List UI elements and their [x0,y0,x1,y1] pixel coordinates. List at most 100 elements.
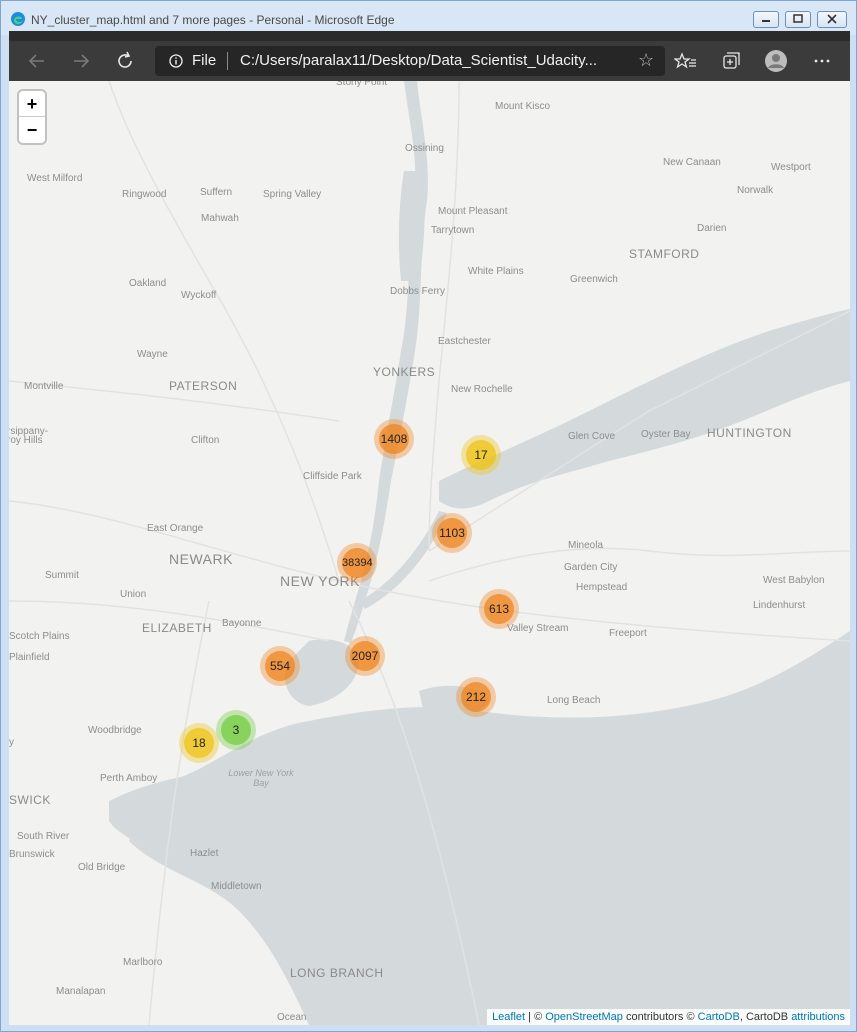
place-label-plainfield: Plainfield [9,652,50,663]
cluster-count: 17 [466,440,496,470]
browser-window: NY_cluster_map.html and 7 more pages - P… [0,0,857,1032]
place-label-newark: NEWARK [169,551,233,567]
cluster-count: 613 [484,594,514,624]
place-label-troy-hills: roy Hills [9,435,43,446]
cartodb-link[interactable]: CartoDB [698,1011,740,1023]
cluster-marker[interactable]: 38394 [337,543,377,583]
minimize-icon [762,20,770,22]
place-label-woodbridge: Woodbridge [88,725,142,736]
place-label-glen-cove: Glen Cove [568,431,616,442]
file-scheme-label: File [192,52,217,69]
place-label-brunswick: Brunswick [9,849,55,860]
collections-icon [723,52,740,69]
zoom-control: + − [19,91,45,143]
cluster-count: 212 [461,682,491,712]
cluster-marker[interactable]: 3 [216,710,256,750]
close-button[interactable] [817,11,847,28]
place-label-tarrytown: Tarrytown [431,225,475,236]
place-label-cliffside-park: Cliffside Park [303,471,362,482]
cluster-count: 2097 [350,641,380,671]
zoom-out-button[interactable]: − [19,117,45,143]
maximize-button[interactable] [785,11,811,28]
place-label-west-milford: West Milford [27,173,83,184]
back-button[interactable] [25,49,49,73]
leaflet-link[interactable]: Leaflet [492,1011,525,1023]
cluster-count: 1408 [379,424,409,454]
settings-more-button[interactable] [810,49,834,73]
place-label-lower-ny-bay: Lower New York Bay [228,768,294,788]
refresh-icon [118,51,132,68]
place-label-middletown: Middletown [211,881,262,892]
cluster-marker[interactable]: 18 [179,723,219,763]
favorites-button[interactable] [673,49,698,73]
forward-button[interactable] [69,49,93,73]
place-label-marlboro: Marlboro [123,957,163,968]
zoom-in-button[interactable]: + [19,91,45,117]
osm-link[interactable]: OpenStreetMap [545,1011,623,1023]
attributions-link[interactable]: attributions [791,1011,845,1023]
leaflet-map[interactable]: Stony Point Mount Kisco Ossining New Canaan… [9,81,850,1025]
place-label-ringwood: Ringwood [122,189,167,200]
place-label-hempstead: Hempstead [576,582,628,593]
place-label-westport: Westport [771,162,811,173]
attribution-contributors: contributors © [622,1011,698,1023]
place-label-garden-city: Garden City [564,562,618,573]
address-bar[interactable]: File C:/Users/paralax11/Desktop/Data_Sci… [155,46,665,76]
place-label-summit: Summit [45,570,79,581]
title-bar: NY_cluster_map.html and 7 more pages - P… [1,1,856,35]
place-label-oakland: Oakland [129,278,167,289]
place-label-ossining: Ossining [405,143,444,154]
place-label-new-rochelle: New Rochelle [451,384,513,395]
cluster-marker[interactable]: 1103 [432,513,472,553]
attribution-sep: | © [525,1011,546,1023]
place-label-south-river: South River [17,831,70,842]
back-arrow-icon [28,54,44,68]
cluster-marker[interactable]: 2097 [345,636,385,676]
cluster-marker[interactable]: 212 [456,677,496,717]
place-label-wayne: Wayne [137,349,168,360]
place-label-paterson: PATERSON [169,379,238,393]
cluster-marker[interactable]: 613 [479,589,519,629]
place-label-montville: Montville [24,381,64,392]
place-label-old-bridge: Old Bridge [78,862,126,873]
place-label-mahwah: Mahwah [201,213,239,224]
place-label-new-canaan: New Canaan [663,157,721,168]
place-label-huntington: HUNTINGTON [707,426,792,440]
refresh-button[interactable] [113,49,137,73]
info-icon [169,54,183,68]
cluster-count: 1103 [437,518,467,548]
place-label-spring-valley: Spring Valley [263,189,322,200]
place-label-swick: SWICK [9,793,51,807]
place-label-yonkers: YONKERS [373,365,436,379]
maximize-icon [793,14,803,23]
place-label-eastchester: Eastchester [438,336,491,347]
place-label-long-branch: LONG BRANCH [290,966,384,980]
add-favorite-star-icon[interactable]: ☆ [638,50,654,71]
minimize-button[interactable] [753,11,779,28]
collections-button[interactable] [719,49,743,73]
place-label-mount-pleasant: Mount Pleasant [438,206,508,217]
window-title: NY_cluster_map.html and 7 more pages - P… [31,13,395,27]
cluster-marker[interactable]: 554 [260,646,300,686]
tab-strip [9,31,850,41]
profile-button[interactable] [764,49,788,73]
place-label-valley-stream: Valley Stream [507,623,569,634]
place-label-clifton: Clifton [191,435,220,446]
cluster-marker[interactable]: 1408 [374,419,414,459]
place-label-manalapan: Manalapan [56,986,106,997]
place-label-hazlet: Hazlet [190,848,219,859]
place-label-white-plains: White Plains [468,266,524,277]
cluster-count: 554 [265,651,295,681]
cluster-count: 38394 [342,548,373,578]
cluster-marker[interactable]: 17 [461,435,501,475]
place-label-mount-kisco: Mount Kisco [495,101,551,112]
place-label-union: Union [120,589,147,600]
place-label-perth-amboy: Perth Amboy [100,773,158,784]
cluster-count: 18 [184,728,214,758]
place-label-stony-point: Stony Point [336,81,388,88]
cluster-count: 3 [221,715,251,745]
place-label-ocean: Ocean [277,1012,307,1023]
place-label-elizabeth: ELIZABETH [142,621,212,635]
place-label-east-orange: East Orange [147,523,204,534]
browser-toolbar: File C:/Users/paralax11/Desktop/Data_Sci… [9,41,850,81]
